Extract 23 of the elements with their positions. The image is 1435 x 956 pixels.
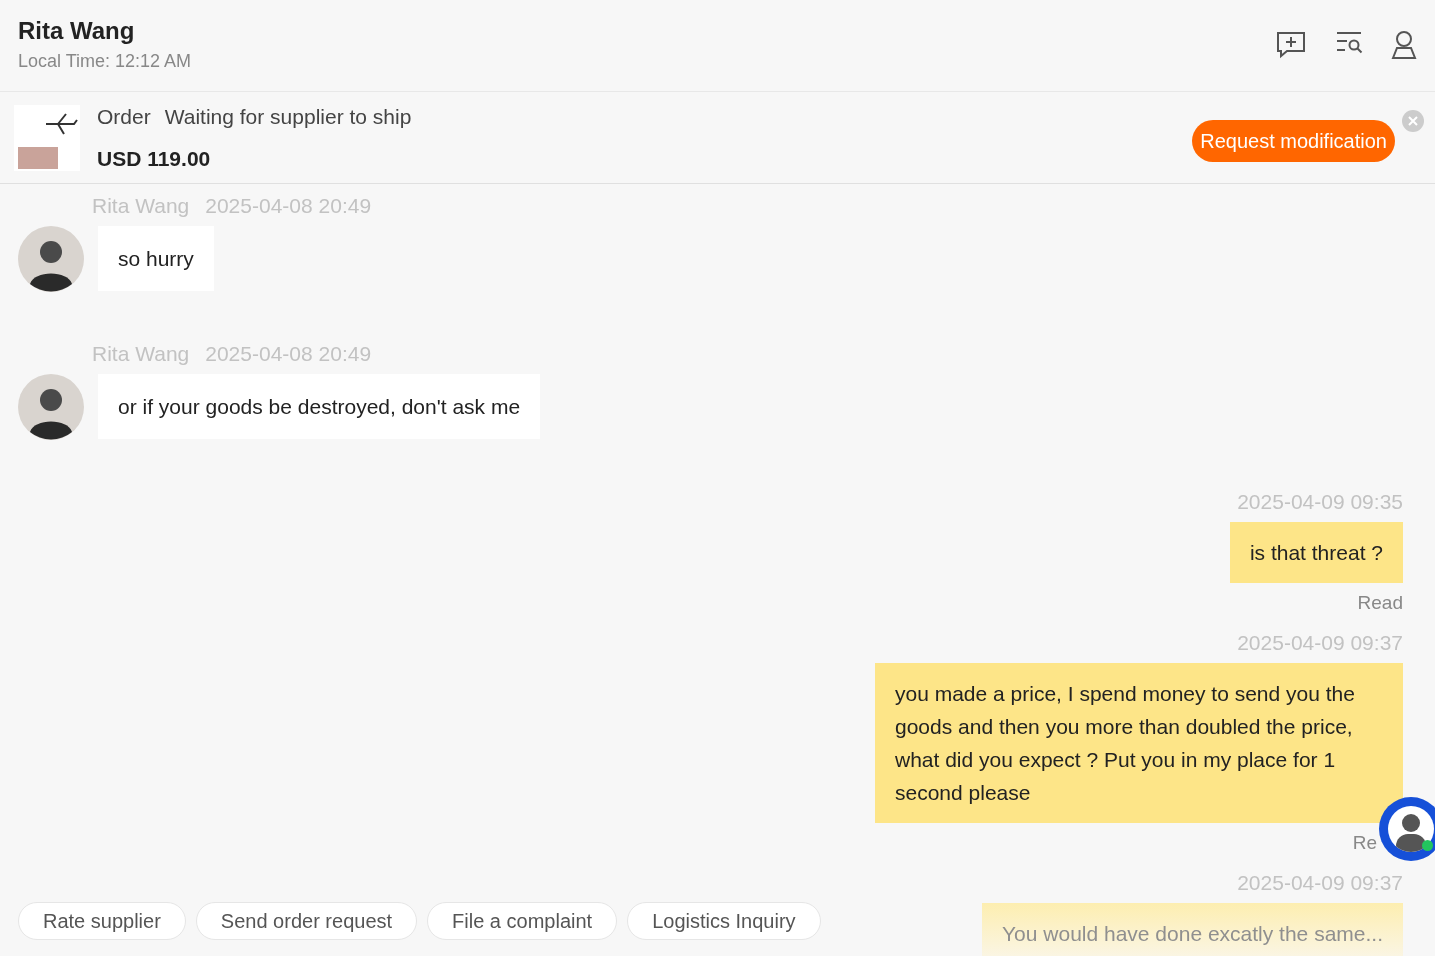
read-receipt: Re (1352, 831, 1377, 855)
message-bubble: so hurry (98, 226, 214, 291)
avatar-silhouette (18, 374, 84, 440)
add-chat-icon[interactable] (1275, 30, 1307, 60)
read-receipt: Read (1357, 591, 1403, 615)
user-icon[interactable] (1391, 30, 1417, 60)
message-bubble: you made a price, I spend money to send you the goods and then you more than doubled the price, what did you expect ? Put you in my place for 1 second please (875, 663, 1403, 823)
order-status: Waiting for supplier to ship (164, 104, 412, 130)
quick-reply-chip[interactable]: Send order request (195, 902, 418, 940)
quick-reply-chip[interactable]: Logistics Inquiry (627, 902, 821, 940)
quick-reply-chip[interactable]: File a complaint (427, 902, 618, 940)
floating-assistant-avatar[interactable] (1379, 797, 1435, 861)
order-label: Order (97, 104, 151, 130)
local-time: Local Time: 12:12 AM (18, 50, 192, 73)
message-bubble: or if your goods be destroyed, don't ask me (98, 374, 541, 439)
contact-name: Rita Wang (18, 16, 136, 46)
order-amount: USD 119.00 (97, 145, 212, 172)
message-bubble: is that threat ? (1229, 522, 1403, 583)
quick-reply-chip[interactable]: Rate supplier (18, 902, 186, 940)
product-thumbnail (14, 104, 80, 171)
search-list-icon[interactable] (1334, 30, 1364, 56)
message-bubble: You would have done excatly the same... (982, 903, 1403, 956)
avatar-silhouette (18, 226, 84, 292)
